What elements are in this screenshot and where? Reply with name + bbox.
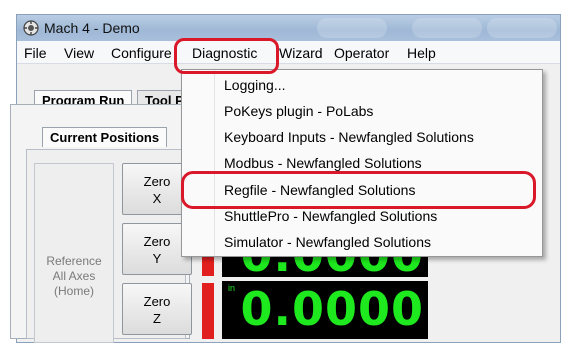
menu-bar: File View Configure Diagnostic Wizard Op… [17, 41, 560, 64]
title-bar[interactable]: Mach 4 - Demo [17, 15, 560, 41]
menu-operator[interactable]: Operator [334, 45, 389, 61]
z-limit-indicator [202, 283, 214, 339]
menu-file[interactable]: File [24, 45, 47, 61]
diagnostic-highlight-outline [174, 38, 279, 74]
menu-item-pokeys-plugin[interactable]: PoKeys plugin - PoLabs [224, 103, 373, 119]
dro-z: in 0.0000 [222, 281, 428, 339]
reference-label: Reference All Axes (Home) [46, 254, 102, 298]
menu-help[interactable]: Help [407, 45, 436, 61]
tab-current-positions[interactable]: Current Positions [42, 127, 168, 147]
dro-z-value: 0.0000 [240, 282, 424, 336]
menu-view[interactable]: View [64, 45, 94, 61]
menu-configure[interactable]: Configure [111, 45, 172, 61]
reference-all-axes-button[interactable] [34, 163, 114, 343]
menu-wizard[interactable]: Wizard [279, 45, 323, 61]
menu-item-shuttlepro[interactable]: ShuttlePro - Newfangled Solutions [224, 208, 437, 224]
window-title: Mach 4 - Demo [44, 20, 140, 36]
regfile-highlight-outline [181, 171, 536, 209]
menu-item-logging[interactable]: Logging... [224, 77, 286, 93]
zero-z-button[interactable]: Zero Z [122, 283, 192, 335]
menu-item-simulator[interactable]: Simulator - Newfangled Solutions [224, 234, 431, 250]
mach-app-icon [23, 20, 39, 36]
menu-item-modbus[interactable]: Modbus - Newfangled Solutions [224, 155, 422, 171]
menu-gutter-divider [214, 70, 215, 256]
menu-item-keyboard-inputs[interactable]: Keyboard Inputs - Newfangled Solutions [224, 129, 474, 145]
dro-z-unit: in [228, 283, 236, 293]
